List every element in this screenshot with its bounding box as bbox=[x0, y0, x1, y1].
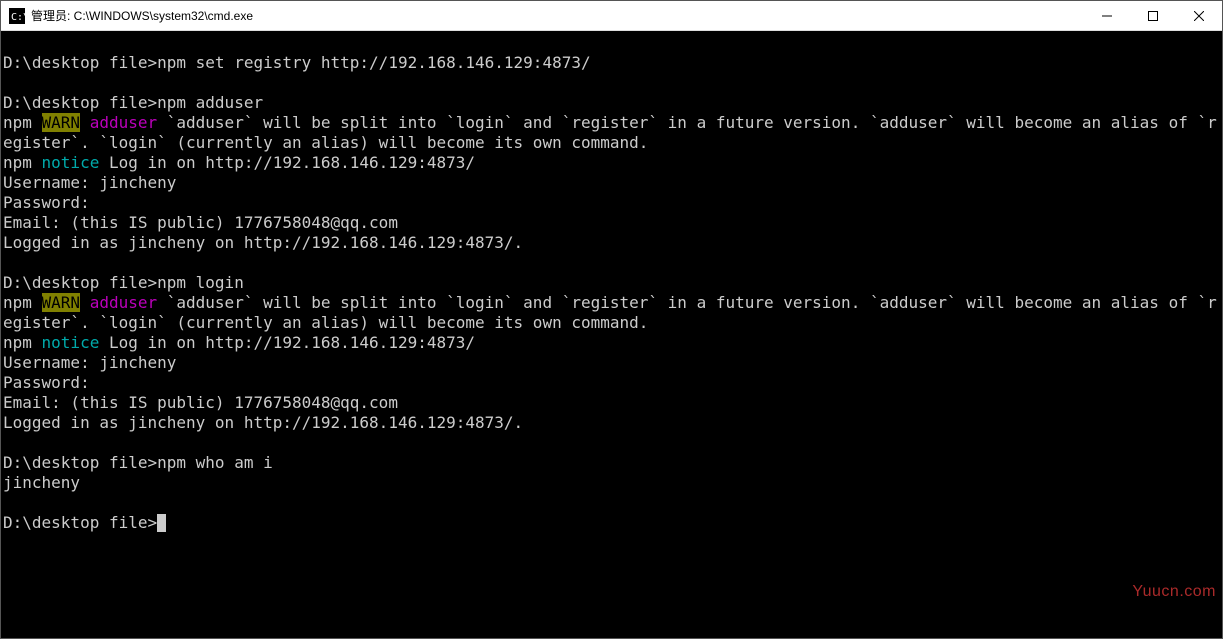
warn-message: `adduser` will be split into `login` and… bbox=[3, 113, 1217, 152]
prompt: D:\desktop file> bbox=[3, 53, 157, 72]
cmd-text: npm adduser bbox=[157, 93, 263, 112]
npm-label: npm bbox=[3, 293, 42, 312]
warn-badge: WARN bbox=[42, 113, 81, 132]
login-url: Log in on http://192.168.146.129:4873/ bbox=[99, 333, 475, 352]
maximize-button[interactable] bbox=[1130, 1, 1176, 31]
cmd-icon: C:\ bbox=[9, 8, 25, 24]
window-title: 管理员: C:\WINDOWS\system32\cmd.exe bbox=[31, 7, 253, 24]
warn-message: `adduser` will be split into `login` and… bbox=[3, 293, 1217, 332]
notice-label: notice bbox=[42, 333, 100, 352]
prompt: D:\desktop file> bbox=[3, 273, 157, 292]
email-line: Email: (this IS public) 1776758048@qq.co… bbox=[3, 393, 398, 412]
npm-label: npm bbox=[3, 113, 42, 132]
close-button[interactable] bbox=[1176, 1, 1222, 31]
password-line: Password: bbox=[3, 373, 90, 392]
prompt: D:\desktop file> bbox=[3, 93, 157, 112]
warn-badge: WARN bbox=[42, 293, 81, 312]
password-line: Password: bbox=[3, 193, 90, 212]
logged-in-line: Logged in as jincheny on http://192.168.… bbox=[3, 413, 523, 432]
prompt: D:\desktop file> bbox=[3, 453, 157, 472]
title-bar[interactable]: C:\ 管理员: C:\WINDOWS\system32\cmd.exe bbox=[1, 1, 1222, 31]
whoami-result: jincheny bbox=[3, 473, 80, 492]
adduser-keyword: adduser bbox=[80, 113, 157, 132]
cursor bbox=[157, 514, 166, 532]
username-line: Username: jincheny bbox=[3, 353, 176, 372]
notice-label: notice bbox=[42, 153, 100, 172]
username-line: Username: jincheny bbox=[3, 173, 176, 192]
npm-label: npm bbox=[3, 333, 42, 352]
login-url: Log in on http://192.168.146.129:4873/ bbox=[99, 153, 475, 172]
adduser-keyword: adduser bbox=[80, 293, 157, 312]
terminal-output[interactable]: D:\desktop file>npm set registry http://… bbox=[1, 31, 1222, 638]
watermark-text: Yuucn.com bbox=[1132, 582, 1216, 602]
cmd-text: npm login bbox=[157, 273, 244, 292]
svg-text:C:\: C:\ bbox=[11, 12, 25, 23]
cmd-text: npm who am i bbox=[157, 453, 273, 472]
email-line: Email: (this IS public) 1776758048@qq.co… bbox=[3, 213, 398, 232]
window-frame: C:\ 管理员: C:\WINDOWS\system32\cmd.exe D:\… bbox=[0, 0, 1223, 639]
prompt: D:\desktop file> bbox=[3, 513, 157, 532]
npm-label: npm bbox=[3, 153, 42, 172]
cmd-text: npm set registry http://192.168.146.129:… bbox=[157, 53, 590, 72]
logged-in-line: Logged in as jincheny on http://192.168.… bbox=[3, 233, 523, 252]
minimize-button[interactable] bbox=[1084, 1, 1130, 31]
